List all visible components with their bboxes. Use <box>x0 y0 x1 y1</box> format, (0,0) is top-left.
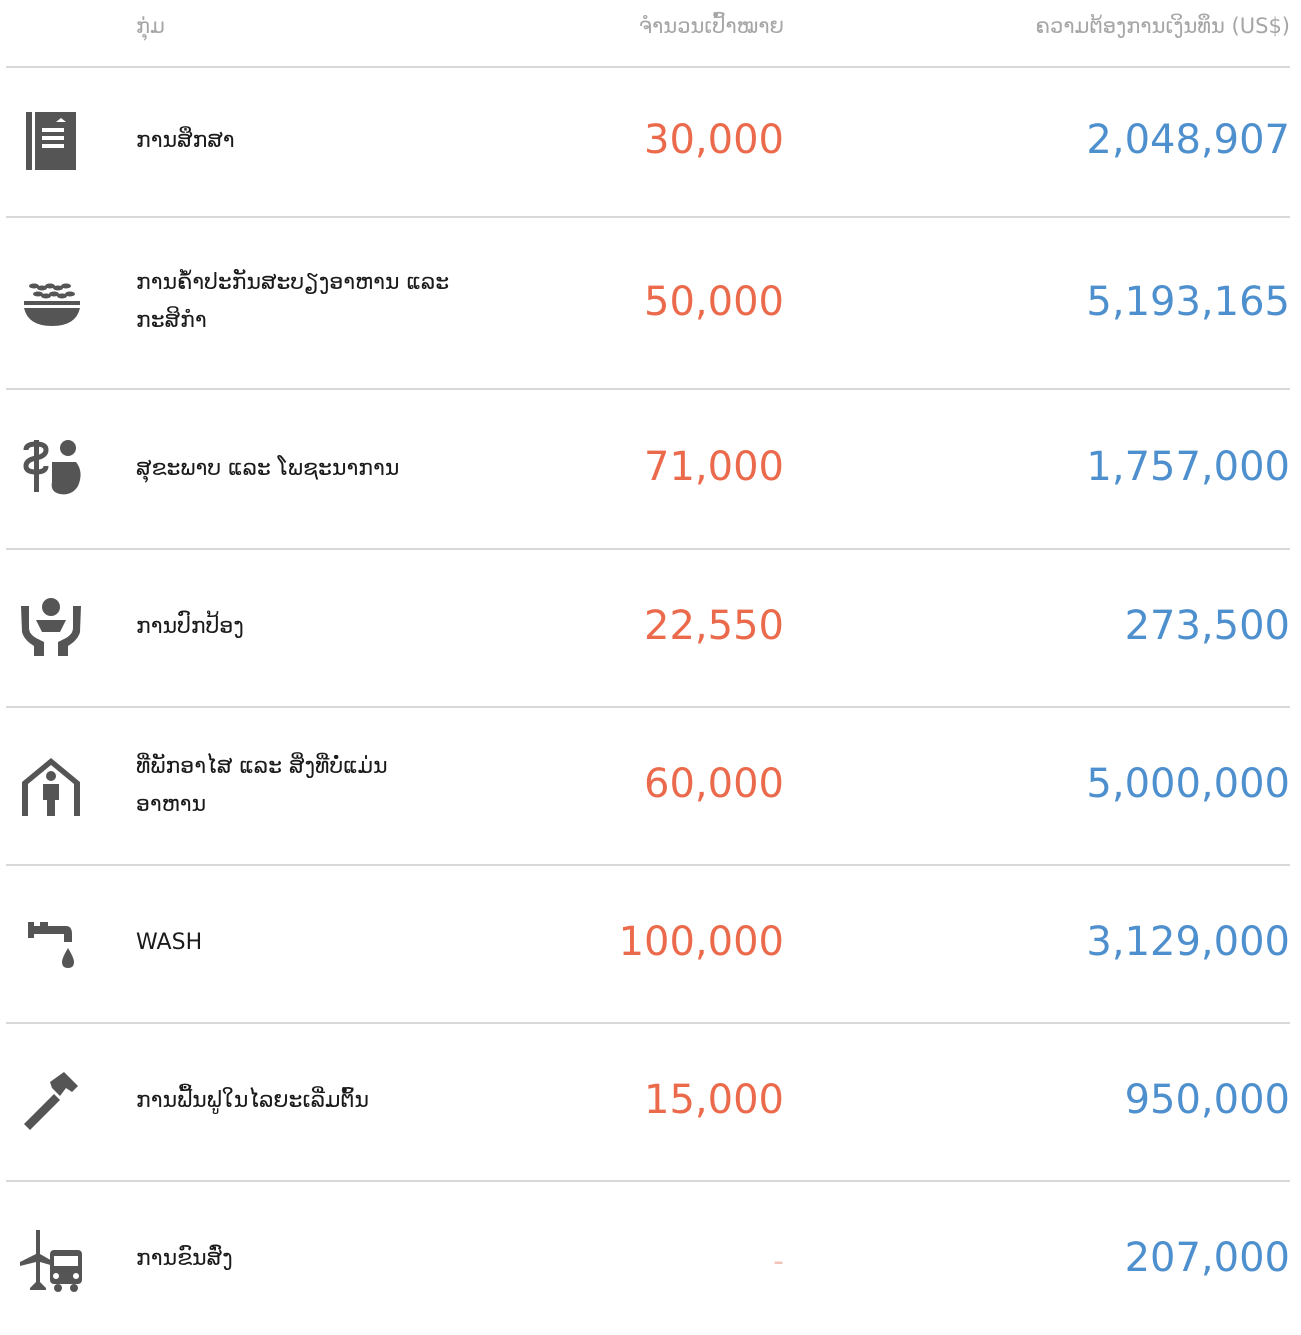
cluster-label: ການຄໍ້າປະກັນສະບຽງອາຫານ ແລະ ກະສິກຳ <box>136 270 450 333</box>
target-value: 30,000 <box>644 117 784 163</box>
table-row: ສຸຂະພາບ ແລະ ໂພຊະນາການ 71,000 1,757,000 <box>6 390 1290 550</box>
table-row: ການຂົນສົ່ງ - 207,000 <box>6 1182 1290 1335</box>
target-value: - <box>773 1244 784 1279</box>
target-value: 22,550 <box>644 603 784 649</box>
header-target: ຈຳນວນເປົ້າໝາຍ <box>638 14 784 38</box>
protection-hands-icon <box>16 590 86 660</box>
table-row: WASH 100,000 3,129,000 <box>6 866 1290 1024</box>
cluster-label: ການສຶກສາ <box>136 128 235 153</box>
water-tap-icon <box>16 908 86 978</box>
table-row: ການປົກປ້ອງ 22,550 273,500 <box>6 550 1290 708</box>
education-book-icon <box>16 106 86 176</box>
table-row: ທີ່ພັກອາໄສ ແລະ ສິ່ງທີ່ບໍ່ແມ່ນອາຫານ 60,00… <box>6 708 1290 866</box>
funding-value: 3,129,000 <box>1086 919 1290 965</box>
funding-value: 273,500 <box>1124 603 1290 649</box>
cluster-label: ການຟື້ນຟູໃນໄລຍະເລີ່ມຕົ້ນ <box>136 1088 370 1113</box>
target-value: 100,000 <box>618 919 784 965</box>
funding-value: 5,000,000 <box>1086 761 1290 807</box>
logistics-plane-truck-icon <box>16 1226 86 1296</box>
funding-value: 2,048,907 <box>1086 117 1290 163</box>
table-row: ການຟື້ນຟູໃນໄລຍະເລີ່ມຕົ້ນ 15,000 950,000 <box>6 1024 1290 1182</box>
funding-value: 5,193,165 <box>1086 279 1290 325</box>
shelter-person-icon <box>16 752 86 822</box>
funding-value: 207,000 <box>1124 1235 1290 1281</box>
header-funding: ຄວາມຕ້ອງການເງິນທຶນ (US$) <box>1035 14 1290 38</box>
health-nutrition-icon <box>16 432 86 502</box>
target-value: 60,000 <box>644 761 784 807</box>
target-value: 15,000 <box>644 1077 784 1123</box>
target-value: 50,000 <box>644 279 784 325</box>
hammer-icon <box>16 1066 86 1136</box>
food-security-bowl-icon <box>16 268 86 338</box>
table-row: ການຄໍ້າປະກັນສະບຽງອາຫານ ແລະ ກະສິກຳ 50,000… <box>6 218 1290 390</box>
table-header: ກຸ່ມ ຈຳນວນເປົ້າໝາຍ ຄວາມຕ້ອງການເງິນທຶນ (U… <box>6 0 1290 68</box>
cluster-label: WASH <box>136 930 203 955</box>
target-value: 71,000 <box>644 444 784 490</box>
funding-value: 950,000 <box>1124 1077 1290 1123</box>
cluster-label: ສຸຂະພາບ ແລະ ໂພຊະນາການ <box>136 456 400 481</box>
funding-value: 1,757,000 <box>1086 444 1290 490</box>
header-cluster: ກຸ່ມ <box>136 14 165 38</box>
cluster-label: ທີ່ພັກອາໄສ ແລະ ສິ່ງທີ່ບໍ່ແມ່ນອາຫານ <box>136 754 388 817</box>
cluster-label: ການຂົນສົ່ງ <box>136 1246 233 1271</box>
table-row: ການສຶກສາ 30,000 2,048,907 <box>6 66 1290 218</box>
cluster-label: ການປົກປ້ອງ <box>136 614 244 639</box>
